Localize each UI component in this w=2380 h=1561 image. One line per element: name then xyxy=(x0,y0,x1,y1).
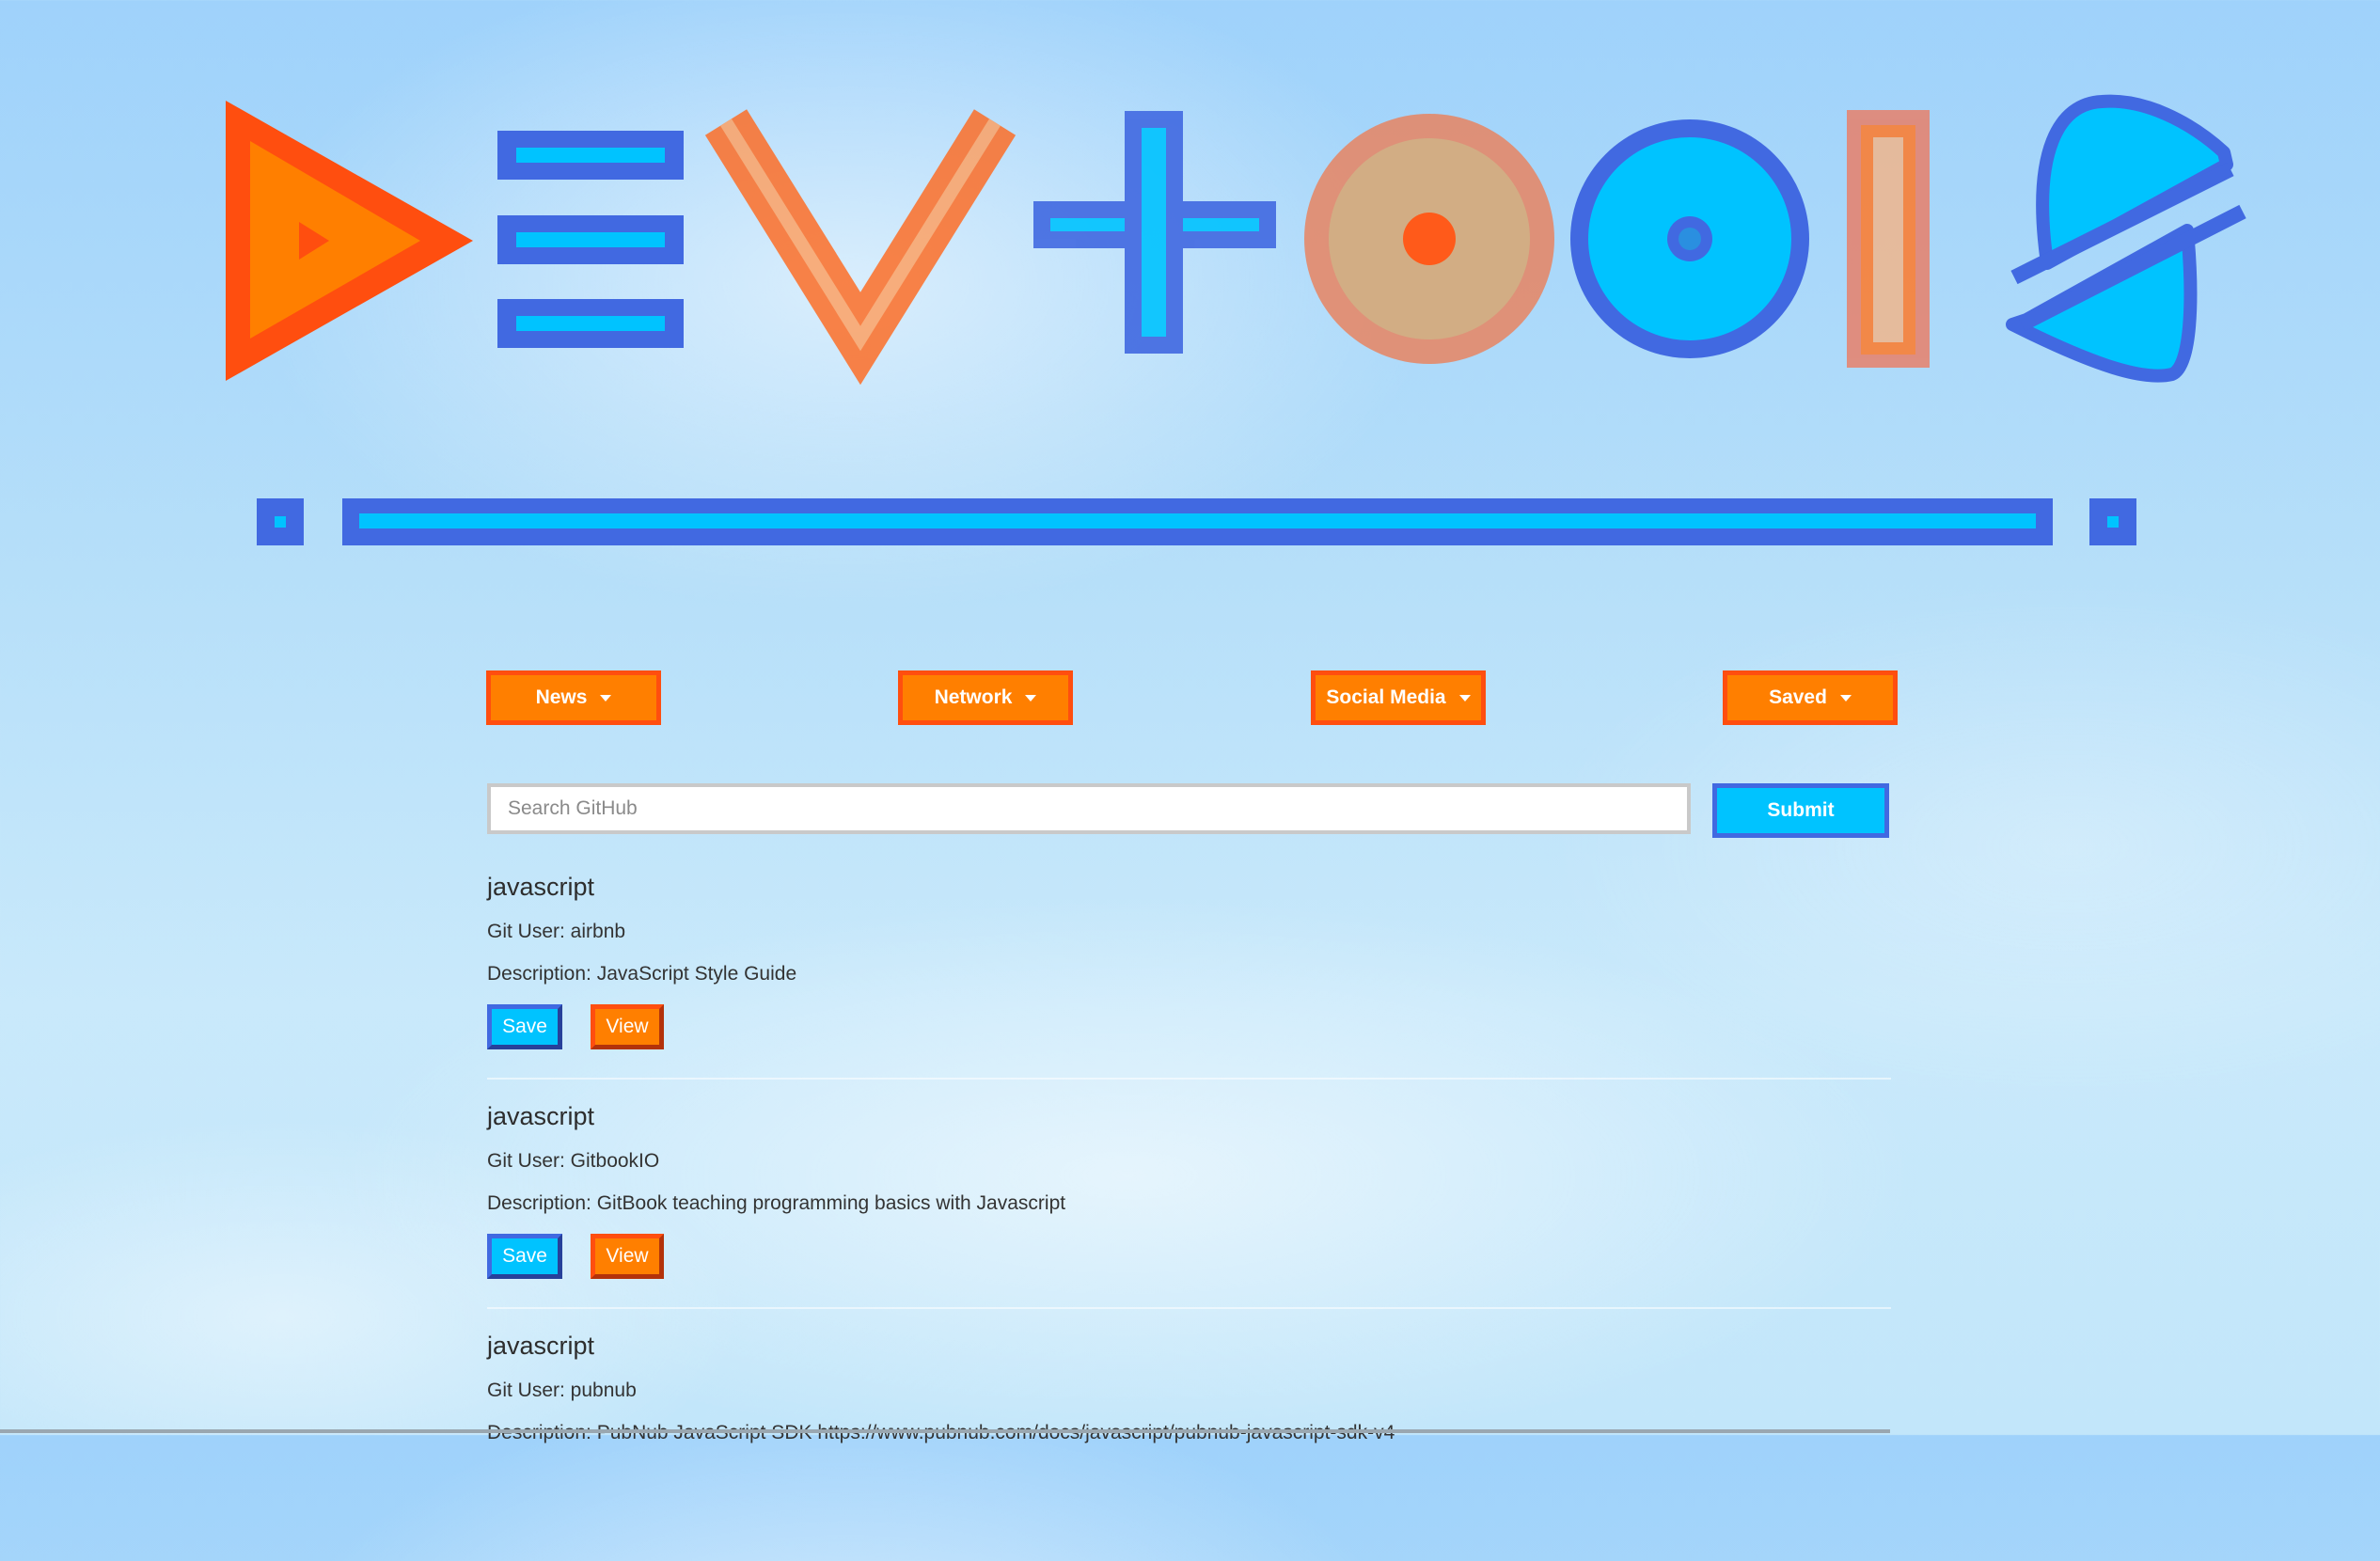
logo-letter-v xyxy=(704,109,1017,386)
saved-label: Saved xyxy=(1769,686,1827,708)
search-github-input[interactable] xyxy=(487,783,1691,834)
repo-description: Description: JavaScript Style Guide xyxy=(487,963,797,985)
repo-description: Description: GitBook teaching programmin… xyxy=(487,1192,1066,1214)
list-item: javascript Git User: pubnub Description:… xyxy=(487,1332,1891,1561)
logo-letter-o2 xyxy=(1570,119,1809,358)
logo-underline xyxy=(257,498,2136,545)
repo-language: javascript xyxy=(487,1332,595,1360)
list-item: javascript Git User: GitbookIO Descripti… xyxy=(487,1102,1891,1332)
divider xyxy=(487,1307,1891,1309)
news-dropdown-button[interactable]: News xyxy=(486,670,661,725)
devtools-logo xyxy=(226,94,2246,545)
submit-button[interactable]: Submit xyxy=(1712,783,1889,838)
repo-language: javascript xyxy=(487,873,595,901)
logo-letter-o1 xyxy=(1304,114,1554,364)
network-label: Network xyxy=(934,686,1013,708)
social-media-dropdown-button[interactable]: Social Media xyxy=(1311,670,1486,725)
repo-language: javascript xyxy=(487,1102,595,1130)
horizontal-scrollbar[interactable] xyxy=(0,1429,1890,1433)
list-item: javascript Git User: airbnb Description:… xyxy=(487,873,1891,1102)
view-button[interactable]: View xyxy=(591,1004,664,1049)
logo-letter-t xyxy=(1033,111,1276,354)
news-label: News xyxy=(535,686,588,708)
caret-down-icon xyxy=(1025,694,1037,702)
logo-letter-d xyxy=(226,101,473,381)
caret-down-icon xyxy=(600,694,612,702)
network-dropdown-button[interactable]: Network xyxy=(898,670,1073,725)
logo-letter-e xyxy=(497,131,684,348)
repo-user: Git User: airbnb xyxy=(487,921,626,942)
search-form: Submit xyxy=(487,783,1891,838)
save-button[interactable]: Save xyxy=(487,1234,562,1279)
view-button[interactable]: View xyxy=(591,1234,664,1279)
logo-letter-l xyxy=(1847,110,1930,368)
caret-down-icon xyxy=(1458,694,1471,702)
divider xyxy=(487,1078,1891,1080)
results-list: javascript Git User: airbnb Description:… xyxy=(487,873,1891,1561)
repo-user: Git User: GitbookIO xyxy=(487,1150,660,1172)
saved-dropdown-button[interactable]: Saved xyxy=(1723,670,1898,725)
main-nav: News Network Social Media Saved xyxy=(0,670,2380,727)
logo-letter-s xyxy=(2006,94,2246,383)
repo-user: Git User: pubnub xyxy=(487,1380,637,1401)
caret-down-icon xyxy=(1839,694,1852,702)
repo-description: Description: PubNub JavaScript SDK https… xyxy=(487,1422,1395,1444)
save-button[interactable]: Save xyxy=(487,1004,562,1049)
social-media-label: Social Media xyxy=(1326,686,1446,708)
